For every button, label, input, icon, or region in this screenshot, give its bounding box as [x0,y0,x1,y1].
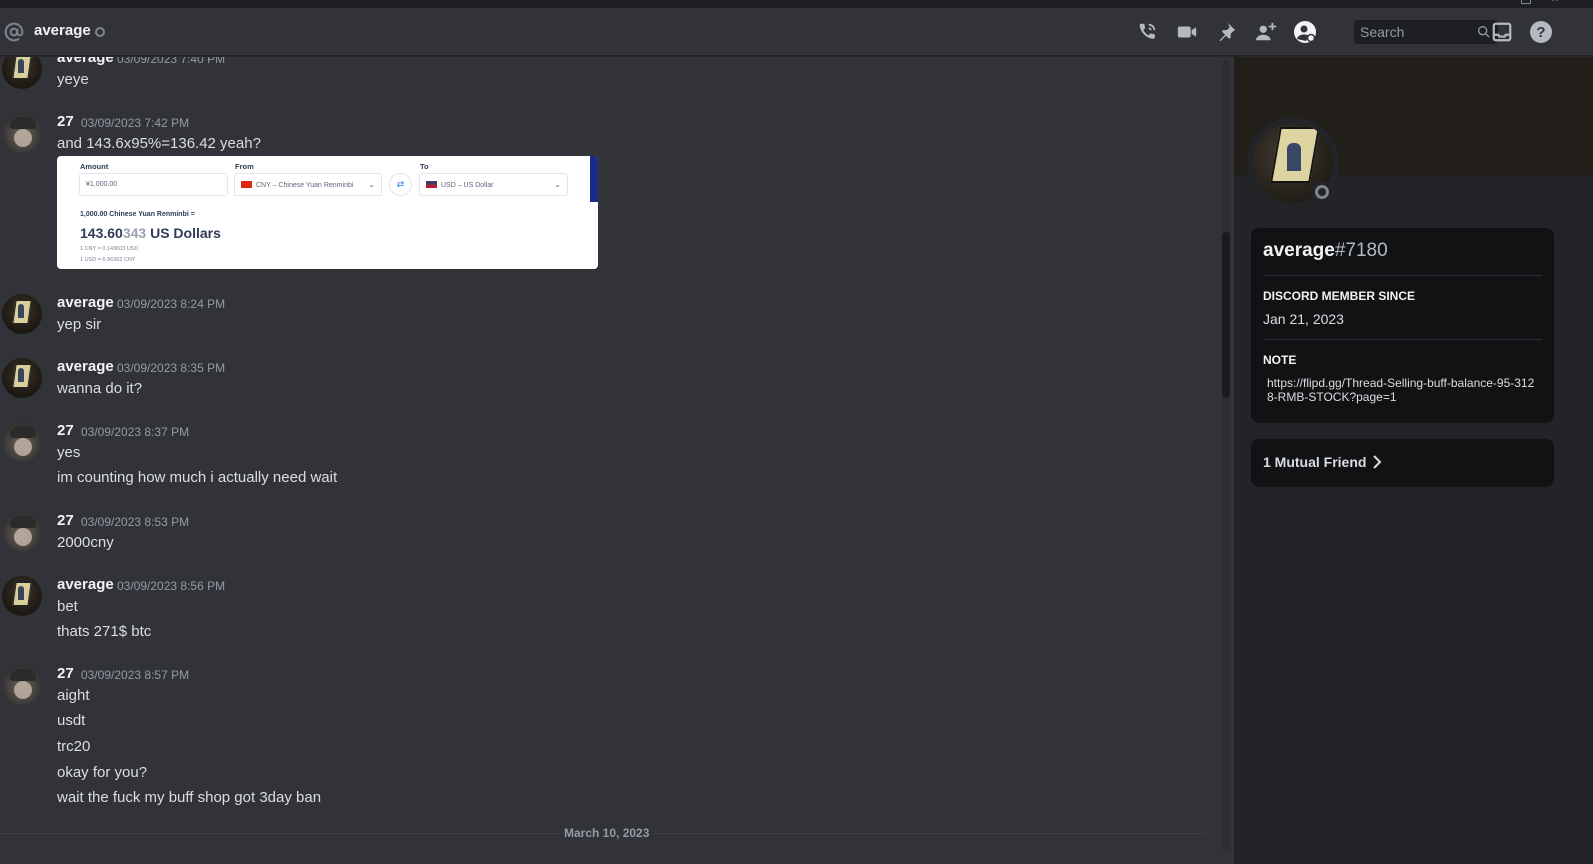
message-text: bet [57,598,78,615]
avatar[interactable] [2,512,42,552]
avatar[interactable] [2,665,42,705]
message-text: thats 271$ btc [57,623,152,640]
profile-username: average#7180 [1263,240,1388,262]
username: average [1263,240,1335,261]
avatar[interactable] [2,294,42,334]
user-profile-icon[interactable] [1292,19,1318,45]
amount-label: Amount [80,162,109,171]
offline-status-icon [95,27,105,37]
message-list: average 03/09/2023 7:40 PM yeye 27 03/09… [0,57,1240,864]
message-text: aight [57,687,90,704]
channel-title: average [34,22,91,39]
help-icon[interactable]: ? [1528,19,1554,45]
amount-field: ¥1,000.00 [79,173,228,196]
chevron-down-icon: ⌄ [368,180,375,189]
note-heading: NOTE [1263,353,1297,367]
china-flag-icon [241,181,252,188]
separator [1263,339,1542,340]
message-text: yep sir [57,316,102,333]
mutual-friends-label: 1 Mutual Friend [1263,454,1367,470]
from-value: CNY – Chinese Yuan Renminbi [256,182,354,189]
message-text: im counting how much i actually need wai… [57,469,338,486]
avatar[interactable] [2,422,42,462]
chevron-right-icon [1373,455,1382,469]
message-timestamp: 03/09/2023 8:53 PM [81,515,190,529]
search-placeholder: Search [1360,24,1405,40]
result-main: 143.60 [80,225,123,241]
avatar[interactable] [2,113,42,153]
member-since-date: Jan 21, 2023 [1263,311,1344,327]
message-author[interactable]: average [57,57,114,66]
voice-call-icon[interactable] [1134,19,1160,45]
close-window-icon[interactable]: ✕ [1551,0,1561,5]
message-author[interactable]: 27 [57,422,74,439]
profile-info-card: average#7180 DISCORD MEMBER SINCE Jan 21… [1251,228,1554,423]
inbox-icon[interactable] [1489,19,1515,45]
message-text: yeye [57,71,89,88]
offline-status-icon [1311,181,1333,203]
date-divider-label: March 10, 2023 [560,826,654,840]
separator [1263,275,1542,276]
avatar[interactable] [2,358,42,398]
at-icon [4,22,24,42]
rate-cny-usd: 1 CNY = 0.143603 USD [80,246,139,252]
swap-icon: ⇄ [389,173,412,196]
message-author[interactable]: average [57,294,114,311]
message-timestamp: 03/09/2023 8:56 PM [117,579,226,593]
message-author[interactable]: average [57,358,114,375]
to-label: To [420,162,429,171]
member-since-heading: DISCORD MEMBER SINCE [1263,289,1416,303]
mutual-friends-button[interactable]: 1 Mutual Friend [1251,439,1554,487]
message-author[interactable]: 27 [57,665,74,682]
avatar[interactable] [2,576,42,616]
add-friend-icon[interactable] [1253,19,1279,45]
message-text: 2000cny [57,534,114,551]
window-titlebar: ✕ [0,0,1593,8]
message-timestamp: 03/09/2023 8:37 PM [81,425,190,439]
to-value: USD – US Dollar [441,182,494,189]
message-timestamp: 03/09/2023 7:42 PM [81,116,190,130]
chevron-down-icon: ⌄ [554,180,561,189]
message-author[interactable]: 27 [57,512,74,529]
message-text: usdt [57,712,86,729]
result-unit: US Dollars [146,225,221,241]
avatar[interactable] [2,57,42,89]
banner-strip [590,156,598,202]
message-text: yes [57,444,81,461]
message-author[interactable]: 27 [57,113,74,130]
maximize-icon[interactable] [1521,0,1531,4]
amount-value: ¥1,000.00 [86,181,118,188]
message-timestamp: 03/09/2023 7:40 PM [117,57,226,66]
message-timestamp: 03/09/2023 8:35 PM [117,361,226,375]
user-profile-panel: average#7180 DISCORD MEMBER SINCE Jan 21… [1234,57,1593,864]
rate-usd-cny: 1 USD = 6.96362 CNY [80,257,136,263]
video-call-icon[interactable] [1174,19,1200,45]
note-input[interactable]: https://flipd.gg/Thread-Selling-buff-bal… [1267,376,1537,404]
channel-header: average Search ? [0,8,1593,56]
from-label: From [235,162,254,171]
us-flag-icon [426,181,437,188]
scrollbar-thumb[interactable] [1222,232,1230,398]
message-timestamp: 03/09/2023 8:24 PM [117,297,226,311]
conversion-result: 143.60343 US Dollars [80,225,221,241]
message-text: okay for you? [57,764,148,781]
message-text: trc20 [57,738,91,755]
from-select: CNY – Chinese Yuan Renminbi ⌄ [234,173,382,196]
scrollbar-track[interactable] [1222,60,1230,850]
result-dim: 343 [122,225,147,241]
message-text: and 143.6x95%=136.42 yeah? [57,135,261,152]
currency-converter-image[interactable]: Amount ¥1,000.00 From CNY – Chinese Yuan… [57,156,598,269]
pin-icon[interactable] [1213,19,1239,45]
discriminator: #7180 [1334,240,1388,261]
svg-text:?: ? [1536,24,1545,41]
message-author[interactable]: average [57,576,114,593]
message-timestamp: 03/09/2023 8:57 PM [81,668,190,682]
message-text: wait the fuck my buff shop got 3day ban [57,789,322,806]
to-select: USD – US Dollar ⌄ [419,173,568,196]
mutual-friends-row: 1 Mutual Friend [1263,454,1382,470]
search-input[interactable]: Search [1354,20,1498,44]
conversion-text: 1,000.00 Chinese Yuan Renminbi = [80,211,195,218]
message-text: wanna do it? [57,380,143,397]
